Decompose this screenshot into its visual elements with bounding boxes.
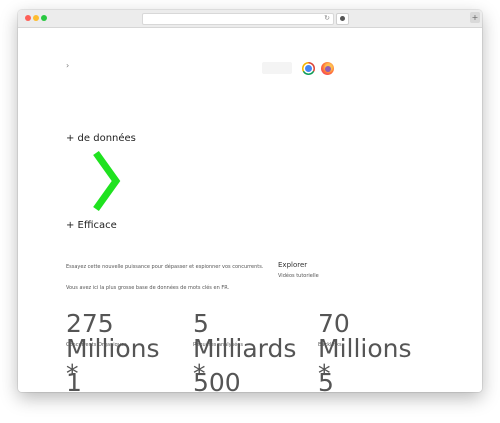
page-viewport: › + de données + Efficace Essayez cette … [18,28,482,392]
header-button[interactable] [262,62,292,74]
chrome-icon[interactable] [302,62,315,75]
minimize-window-button[interactable] [33,15,39,21]
browser-window: ↻ + › + de données + Efficace Essayez ce… [18,10,482,392]
browser-titlebar: ↻ + [18,10,482,28]
description-paragraph-2: Vous avez ici la plus grosse base de don… [66,285,230,291]
new-tab-button[interactable]: + [470,12,480,23]
stat-value: 1 Milliard [66,368,82,392]
stat-label: Concurrents Organiques [66,342,127,348]
reload-icon[interactable]: ↻ [324,13,330,23]
extension-icon[interactable] [336,13,349,25]
video-tutorial-link[interactable]: Vidéos tutorielle [278,273,319,279]
address-bar[interactable]: ↻ [142,13,334,25]
description-paragraph-1: Essayez cette nouvelle puissance pour dé… [66,264,264,270]
stat-value: 500 millions [193,368,241,392]
firefox-icon[interactable] [321,62,334,75]
explore-link[interactable]: Explorer [278,261,307,269]
maximize-window-button[interactable] [41,15,47,21]
headline-more-data: + de données [66,133,136,144]
headline-more-efficient: + Efficace [66,220,117,231]
close-window-button[interactable] [25,15,31,21]
nav-chevron-icon[interactable]: › [66,61,69,70]
stat-label: Requêtes analysées [193,342,243,348]
stat-label: Backlinks [318,342,342,348]
green-chevron-icon [93,150,121,212]
stat-value: 5 Million [318,368,334,392]
